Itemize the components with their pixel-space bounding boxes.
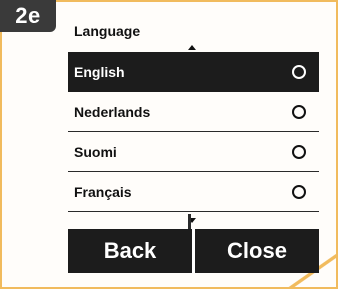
- language-label: English: [74, 63, 125, 80]
- screen-heading: Language: [74, 23, 141, 39]
- step-badge: 2e: [0, 0, 56, 32]
- language-screen: Language English Nederlands Suomi França…: [68, 16, 319, 212]
- language-list: English Nederlands Suomi Français: [68, 52, 319, 212]
- radio-icon: [292, 104, 306, 119]
- close-button[interactable]: Close: [195, 229, 319, 273]
- button-divider-stub: [188, 214, 191, 230]
- language-item-nederlands[interactable]: Nederlands: [68, 92, 319, 132]
- button-bar: Back Close: [68, 229, 319, 273]
- language-label: Nederlands: [74, 103, 151, 120]
- radio-icon: [292, 184, 306, 199]
- language-label: Suomi: [74, 143, 117, 160]
- scroll-up-icon[interactable]: [188, 45, 196, 50]
- radio-icon: [292, 64, 306, 79]
- language-item-francais[interactable]: Français: [68, 172, 319, 212]
- language-item-suomi[interactable]: Suomi: [68, 132, 319, 172]
- back-button[interactable]: Back: [68, 229, 192, 273]
- language-item-english[interactable]: English: [68, 52, 319, 92]
- radio-icon: [292, 144, 306, 159]
- language-label: Français: [74, 183, 132, 200]
